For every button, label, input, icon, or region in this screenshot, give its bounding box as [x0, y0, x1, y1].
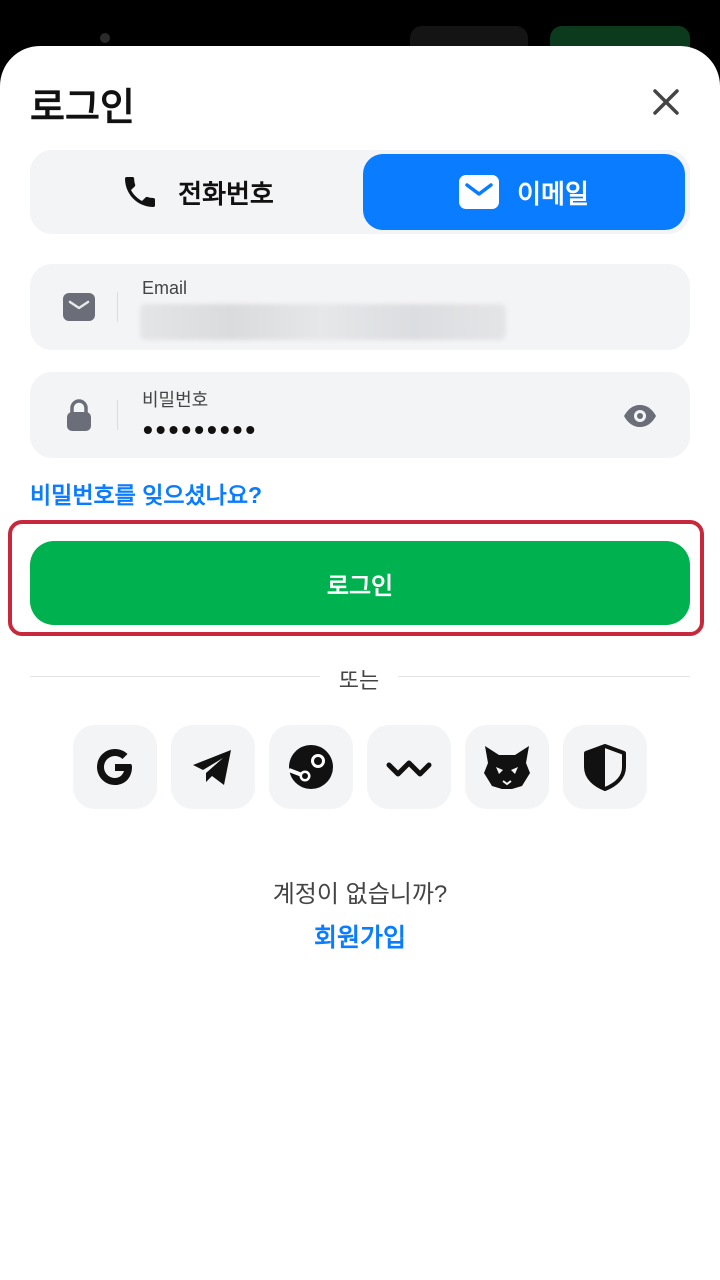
- forgot-password-link[interactable]: 비밀번호를 잊으셨나요?: [30, 476, 262, 510]
- google-login-button[interactable]: [73, 725, 157, 809]
- mail-icon: [459, 175, 500, 209]
- metamask-icon: [484, 746, 530, 789]
- tab-email[interactable]: 이메일: [363, 154, 685, 230]
- password-value[interactable]: •••••••••: [143, 414, 258, 446]
- google-icon: [97, 749, 132, 785]
- steam-login-button[interactable]: [269, 725, 353, 809]
- mail-icon: [60, 288, 98, 326]
- email-label: Email: [142, 278, 188, 298]
- divider-left: [30, 676, 320, 677]
- password-field[interactable]: 비밀번호 •••••••••: [30, 372, 690, 458]
- metamask-login-button[interactable]: [465, 725, 549, 809]
- phone-icon: [125, 177, 156, 207]
- tab-phone[interactable]: 전화번호: [34, 154, 360, 230]
- walletconnect-login-button[interactable]: [367, 725, 451, 809]
- field-separator: [117, 400, 118, 430]
- divider-text: 또는: [338, 668, 380, 693]
- login-method-tabs: 전화번호 이메일: [30, 150, 690, 234]
- show-password-button[interactable]: [622, 398, 658, 434]
- password-label: 비밀번호: [142, 390, 209, 410]
- login-sheet: 로그인 전화번호 이메일 Email 비밀번호 ••••••••• 비밀번호를 …: [0, 46, 720, 1280]
- shield-icon: [584, 744, 626, 791]
- page-title: 로그인: [30, 87, 135, 129]
- lock-icon: [60, 396, 98, 434]
- no-account-text: 계정이 없습니까?: [272, 881, 448, 908]
- background-dot: [100, 33, 110, 43]
- eye-icon: [624, 405, 656, 427]
- login-button[interactable]: 로그인: [30, 541, 690, 625]
- shield-login-button[interactable]: [563, 725, 647, 809]
- steam-icon: [288, 745, 333, 789]
- walletconnect-icon: [386, 760, 432, 777]
- close-icon: [653, 89, 679, 115]
- close-button[interactable]: [644, 80, 688, 124]
- email-field[interactable]: Email: [30, 264, 690, 350]
- telegram-icon: [193, 750, 231, 785]
- telegram-login-button[interactable]: [171, 725, 255, 809]
- tab-phone-label: 전화번호: [178, 178, 274, 209]
- divider-right: [398, 676, 690, 677]
- tab-email-label: 이메일: [517, 178, 589, 209]
- signup-link[interactable]: 회원가입: [0, 918, 720, 954]
- email-value-redacted[interactable]: [140, 304, 506, 340]
- field-separator: [117, 292, 118, 322]
